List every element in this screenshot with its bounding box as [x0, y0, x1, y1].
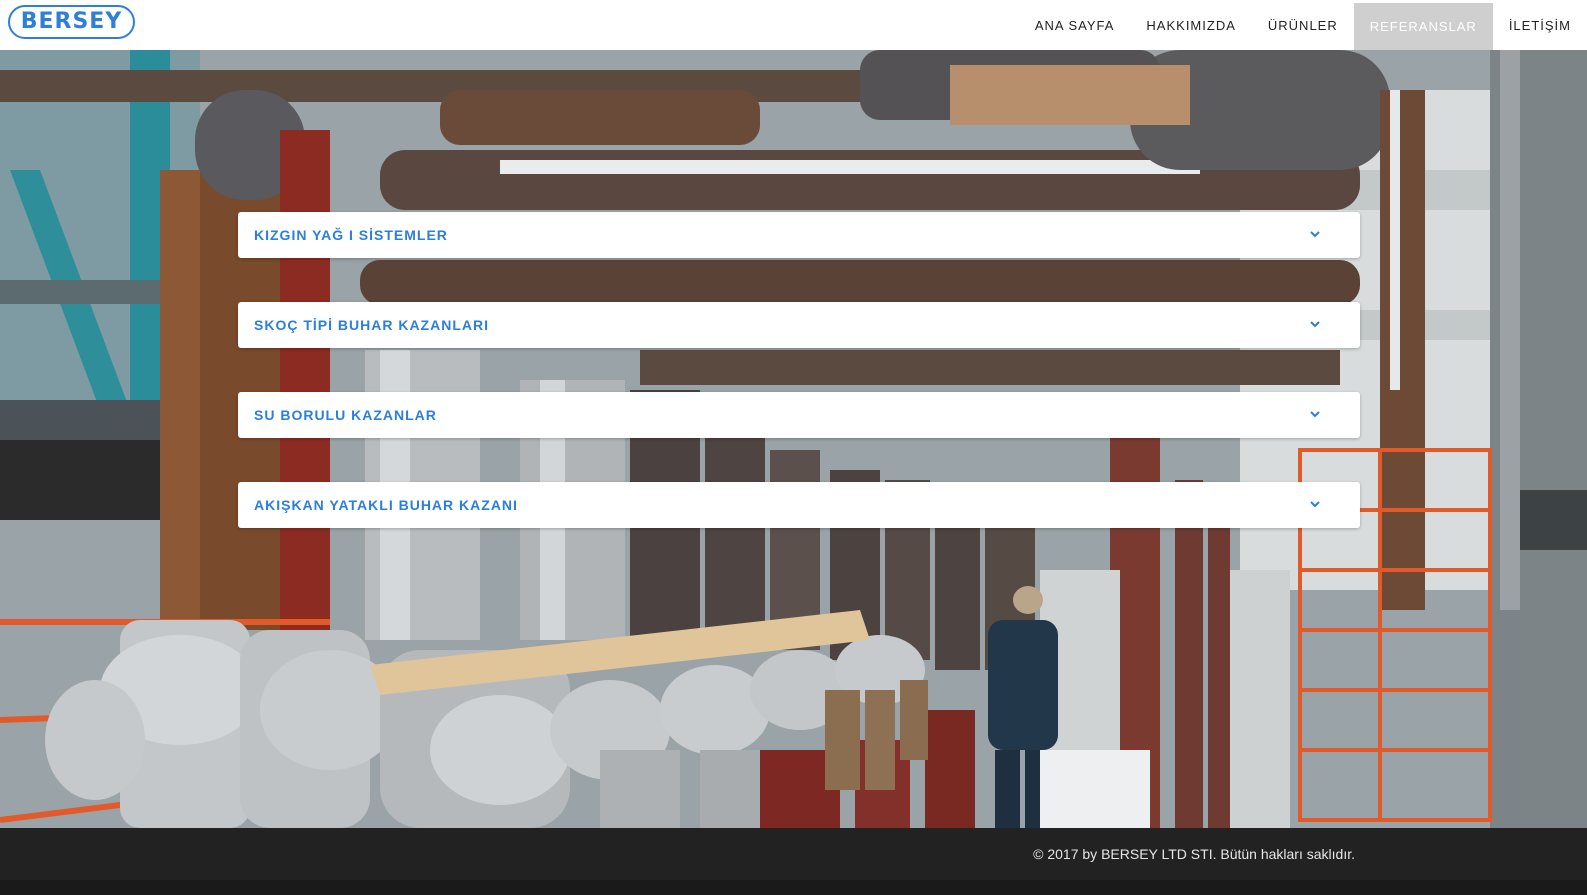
site-footer: © 2017 by BERSEY LTD STI. Bütün hakları …	[0, 828, 1587, 880]
chevron-down-icon	[1310, 231, 1320, 238]
accordion-item[interactable]: SKOÇ TİPİ BUHAR KAZANLARI	[238, 302, 1360, 348]
chevron-down-icon	[1310, 321, 1320, 328]
nav-item-about[interactable]: HAKKIMIZDA	[1130, 0, 1251, 50]
nav-item-products[interactable]: ÜRÜNLER	[1252, 0, 1354, 50]
nav-item-home[interactable]: ANA SAYFA	[1019, 0, 1131, 50]
main-nav: ANA SAYFA HAKKIMIZDA ÜRÜNLER REFERANSLAR…	[1019, 0, 1587, 50]
logo[interactable]: BERSEY	[8, 5, 135, 39]
product-accordion: KIZGIN YAĞ I SİSTEMLER SKOÇ TİPİ BUHAR K…	[238, 212, 1360, 572]
nav-item-references[interactable]: REFERANSLAR	[1353, 3, 1493, 50]
accordion-item-label: AKIŞKAN YATAKLI BUHAR KAZANI	[254, 497, 518, 513]
accordion-item-label: KIZGIN YAĞ I SİSTEMLER	[254, 227, 448, 243]
copyright-text: © 2017 by BERSEY LTD STI. Bütün hakları …	[1033, 846, 1355, 862]
page: BERSEY ANA SAYFA HAKKIMIZDA ÜRÜNLER REFE…	[0, 0, 1587, 895]
accordion-item[interactable]: AKIŞKAN YATAKLI BUHAR KAZANI	[238, 482, 1360, 528]
nav-item-contact[interactable]: İLETİŞİM	[1493, 0, 1587, 50]
bottom-strip	[0, 880, 1587, 895]
chevron-down-icon	[1310, 501, 1320, 508]
accordion-item[interactable]: SU BORULU KAZANLAR	[238, 392, 1360, 438]
chevron-down-icon	[1310, 411, 1320, 418]
accordion-item[interactable]: KIZGIN YAĞ I SİSTEMLER	[238, 212, 1360, 258]
accordion-item-label: SKOÇ TİPİ BUHAR KAZANLARI	[254, 317, 489, 333]
accordion-item-label: SU BORULU KAZANLAR	[254, 407, 437, 423]
site-header: BERSEY ANA SAYFA HAKKIMIZDA ÜRÜNLER REFE…	[0, 0, 1587, 50]
